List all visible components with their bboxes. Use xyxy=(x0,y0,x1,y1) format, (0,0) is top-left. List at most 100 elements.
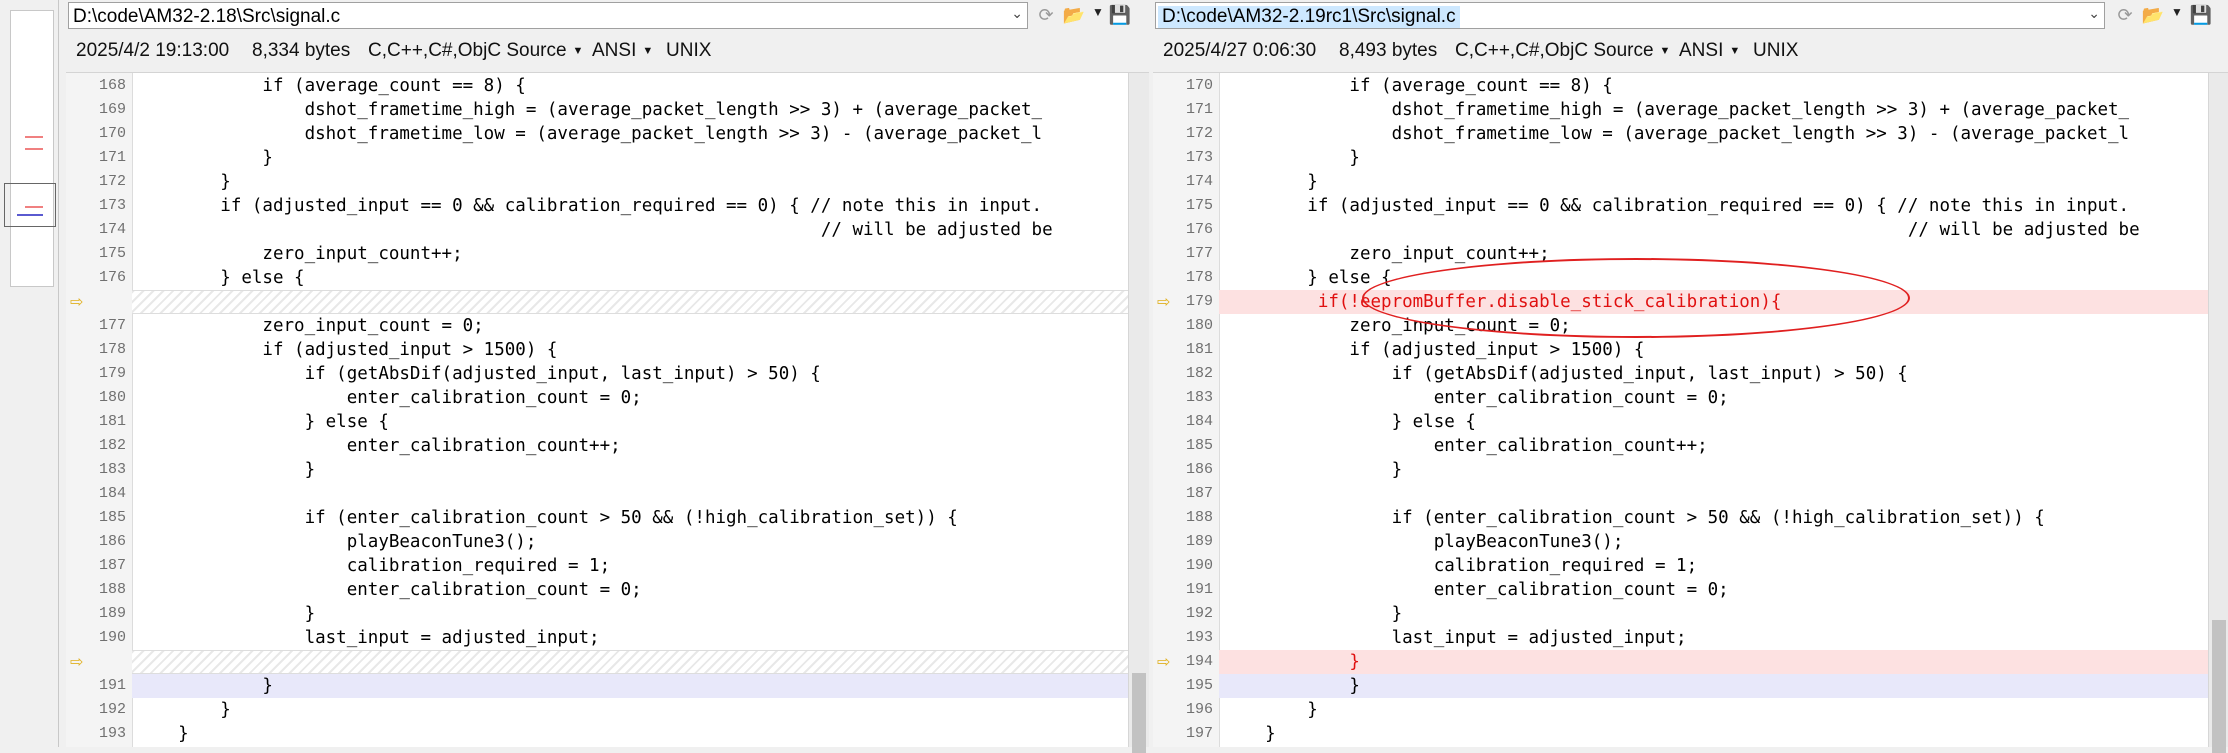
code-line[interactable]: 183 } xyxy=(66,458,1149,482)
code-line[interactable]: 189 playBeaconTune3(); xyxy=(1153,530,2228,554)
code-line[interactable]: 172 dshot_frametime_low = (average_packe… xyxy=(1153,122,2228,146)
code-line[interactable]: 189 } xyxy=(66,602,1149,626)
code-line[interactable]: 175 zero_input_count++; xyxy=(66,242,1149,266)
code-line[interactable]: 182 enter_calibration_count++; xyxy=(66,434,1149,458)
code-line[interactable]: 190 last_input = adjusted_input; xyxy=(66,626,1149,650)
code-line[interactable]: 192 } xyxy=(66,698,1149,722)
code-line[interactable]: 172 } xyxy=(66,170,1149,194)
refresh-icon[interactable]: ⟳ xyxy=(2113,3,2137,27)
code-text: } xyxy=(1219,650,2228,674)
code-line[interactable]: 190 calibration_required = 1; xyxy=(1153,554,2228,578)
left-filetype-label: C,C++,C#,ObjC Source xyxy=(368,40,567,61)
code-line[interactable]: 181 } else { xyxy=(66,410,1149,434)
code-line[interactable]: 188 enter_calibration_count = 0; xyxy=(66,578,1149,602)
chevron-down-icon[interactable]: ▼ xyxy=(1092,5,1104,19)
code-line[interactable]: 186 playBeaconTune3(); xyxy=(66,530,1149,554)
code-line[interactable]: 170 dshot_frametime_low = (average_packe… xyxy=(66,122,1149,146)
line-number: 168 xyxy=(98,77,126,94)
code-line[interactable]: 185 if (enter_calibration_count > 50 && … xyxy=(66,506,1149,530)
left-encoding[interactable]: ANSI ▼ xyxy=(592,40,653,62)
left-info-bar: 2025/4/2 19:13:00 8,334 bytes C,C++,C#,O… xyxy=(66,36,1149,66)
code-line[interactable]: 170 if (average_count == 8) { xyxy=(1153,74,2228,98)
code-text: } xyxy=(136,148,273,168)
code-line[interactable]: 174 // will be adjusted be xyxy=(66,218,1149,242)
caret-down-icon: ▼ xyxy=(1659,45,1671,57)
code-line[interactable]: 182 if (getAbsDif(adjusted_input, last_i… xyxy=(1153,362,2228,386)
code-line[interactable]: 176 // will be adjusted be xyxy=(1153,218,2228,242)
code-line[interactable]: 193 last_input = adjusted_input; xyxy=(1153,626,2228,650)
blank-placeholder-row[interactable]: ⇨ xyxy=(66,650,1149,674)
code-line[interactable]: 179 if (getAbsDif(adjusted_input, last_i… xyxy=(66,362,1149,386)
left-code-view[interactable]: 168 if (average_count == 8) {169 dshot_f… xyxy=(66,72,1149,747)
right-path-combo[interactable]: D:\code\AM32-2.19rc1\Src\signal.c ⌄ xyxy=(1155,2,2105,29)
code-text: } xyxy=(136,700,231,720)
code-line[interactable]: 171 } xyxy=(66,146,1149,170)
right-size: 8,493 bytes xyxy=(1339,40,1438,61)
arrow-right-icon[interactable]: ⇨ xyxy=(1157,292,1170,312)
chevron-down-icon[interactable]: ⌄ xyxy=(2088,5,2100,22)
code-line[interactable]: 173 } xyxy=(1153,146,2228,170)
code-line[interactable]: 185 enter_calibration_count++; xyxy=(1153,434,2228,458)
right-vertical-scrollbar[interactable] xyxy=(2208,73,2228,753)
code-line[interactable]: 180 enter_calibration_count = 0; xyxy=(66,386,1149,410)
blank-placeholder-row[interactable]: ⇨ xyxy=(66,290,1149,314)
code-text: if (getAbsDif(adjusted_input, last_input… xyxy=(136,364,821,384)
code-line[interactable]: 173 if (adjusted_input == 0 && calibrati… xyxy=(66,194,1149,218)
code-line[interactable]: 191 } xyxy=(66,674,1149,698)
code-line[interactable]: 187 xyxy=(1153,482,2228,506)
code-line[interactable]: 193 } xyxy=(66,722,1149,746)
right-code-view[interactable]: 170 if (average_count == 8) {171 dshot_f… xyxy=(1153,72,2228,747)
code-line[interactable]: 171 dshot_frametime_high = (average_pack… xyxy=(1153,98,2228,122)
code-text: } xyxy=(1223,460,1403,480)
code-line[interactable]: 174 } xyxy=(1153,170,2228,194)
chevron-down-icon[interactable]: ⌄ xyxy=(1011,5,1023,22)
code-line[interactable]: 196 } xyxy=(1153,698,2228,722)
line-number: 193 xyxy=(98,725,126,742)
save-icon[interactable]: 💾 xyxy=(2189,3,2213,27)
code-line[interactable]: 181 if (adjusted_input > 1500) { xyxy=(1153,338,2228,362)
chevron-down-icon[interactable]: ▼ xyxy=(2171,5,2183,19)
code-line[interactable]: 184 } else { xyxy=(1153,410,2228,434)
code-line[interactable]: 186 } xyxy=(1153,458,2228,482)
left-scrollbar-thumb[interactable] xyxy=(1132,673,1146,753)
code-line[interactable]: 176 } else { xyxy=(66,266,1149,290)
code-line[interactable]: 194 ⇨ } xyxy=(1153,650,2228,674)
left-filetype[interactable]: C,C++,C#,ObjC Source ▼ xyxy=(368,40,583,62)
code-line[interactable]: 177 zero_input_count = 0; xyxy=(66,314,1149,338)
code-line[interactable]: 178 if (adjusted_input > 1500) { xyxy=(66,338,1149,362)
arrow-right-icon[interactable]: ⇨ xyxy=(1157,652,1170,672)
code-line[interactable]: 175 if (adjusted_input == 0 && calibrati… xyxy=(1153,194,2228,218)
save-icon[interactable]: 💾 xyxy=(1108,3,1132,27)
code-line[interactable]: 191 enter_calibration_count = 0; xyxy=(1153,578,2228,602)
line-number: 191 xyxy=(98,677,126,694)
code-line[interactable]: 197 } xyxy=(1153,722,2228,746)
left-lineending[interactable]: UNIX xyxy=(666,40,711,62)
right-lineending[interactable]: UNIX xyxy=(1753,40,1798,62)
code-line[interactable]: 168 if (average_count == 8) { xyxy=(66,74,1149,98)
arrow-right-icon[interactable]: ⇨ xyxy=(70,292,83,312)
right-filetype[interactable]: C,C++,C#,ObjC Source ▼ xyxy=(1455,40,1670,62)
left-path-combo[interactable]: D:\code\AM32-2.18\Src\signal.c ⌄ xyxy=(68,2,1028,29)
folder-icon[interactable]: 📂 xyxy=(2141,3,2165,27)
arrow-right-icon[interactable]: ⇨ xyxy=(70,652,83,672)
overview-viewport[interactable] xyxy=(4,183,56,227)
code-line[interactable]: 184 xyxy=(66,482,1149,506)
right-scrollbar-thumb[interactable] xyxy=(2212,620,2226,753)
code-line[interactable]: 183 enter_calibration_count = 0; xyxy=(1153,386,2228,410)
overview-track[interactable] xyxy=(10,10,54,287)
right-encoding[interactable]: ANSI ▼ xyxy=(1679,40,1740,62)
code-text: } xyxy=(1223,148,1360,168)
code-line[interactable]: 187 calibration_required = 1; xyxy=(66,554,1149,578)
code-line[interactable]: 188 if (enter_calibration_count > 50 && … xyxy=(1153,506,2228,530)
diff-overview[interactable] xyxy=(0,0,59,747)
line-number: 174 xyxy=(98,221,126,238)
code-text: } xyxy=(1219,674,2228,698)
folder-icon[interactable]: 📂 xyxy=(1062,3,1086,27)
refresh-icon[interactable]: ⟳ xyxy=(1034,3,1058,27)
left-date: 2025/4/2 19:13:00 xyxy=(76,40,230,61)
code-line[interactable]: 195 } xyxy=(1153,674,2228,698)
code-line[interactable]: 169 dshot_frametime_high = (average_pack… xyxy=(66,98,1149,122)
left-vertical-scrollbar[interactable] xyxy=(1128,73,1149,753)
code-text: playBeaconTune3(); xyxy=(136,532,537,552)
code-line[interactable]: 192 } xyxy=(1153,602,2228,626)
